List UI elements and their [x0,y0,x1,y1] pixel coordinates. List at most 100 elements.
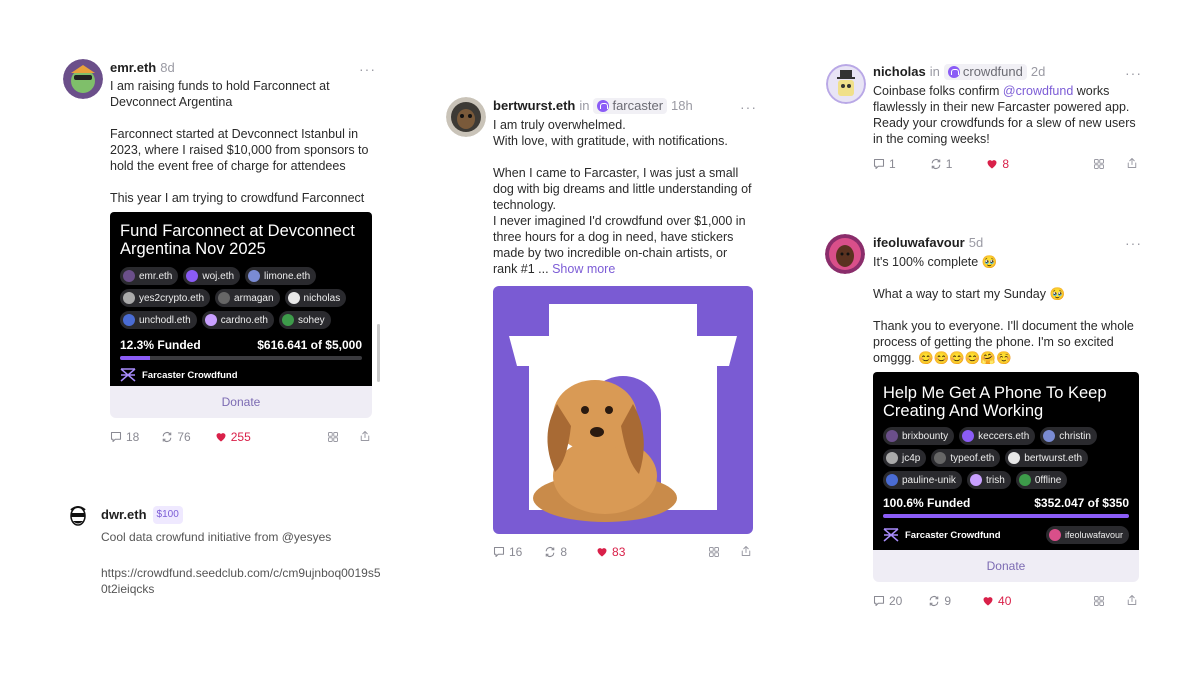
reply-button[interactable]: 1 [873,157,896,171]
contributor-chip[interactable]: emr.eth [120,267,179,285]
reply-icon [110,431,122,443]
contributor-chip[interactable]: armagan [215,289,280,307]
reply-button[interactable]: 20 [873,594,902,608]
like-button[interactable]: 40 [982,594,1011,608]
reply-button[interactable]: 18 [110,430,139,444]
contributor-name: pauline-unik [902,474,956,486]
avatar-ifeoluwafavour[interactable] [825,234,865,274]
recast-button[interactable]: 8 [544,545,567,559]
more-options-icon[interactable]: ··· [359,62,376,76]
grid-icon[interactable] [708,546,720,558]
contributor-avatar [218,292,231,304]
recast-button[interactable]: 76 [161,430,191,444]
contributor-avatar [886,430,898,442]
funded-amount: $616.641 of $5,000 [257,338,362,352]
contributor-chip[interactable]: jc4p [883,449,927,467]
grid-icon[interactable] [1093,595,1105,607]
contributor-avatar [886,474,898,486]
contributor-chip[interactable]: sohey [278,311,331,329]
post-text: What a way to start my Sunday 🥹 [873,287,1066,301]
channel-tag[interactable]: farcaster [593,98,668,114]
contributor-avatar [248,270,261,282]
scrollbar[interactable] [377,324,380,382]
recast-button[interactable]: 9 [928,594,951,608]
grid-icon[interactable] [1093,158,1105,170]
grid-icon[interactable] [327,431,339,443]
like-button[interactable]: 8 [986,157,1009,171]
avatar-nicholas[interactable] [826,64,866,104]
farcaster-channel-icon [597,100,610,112]
post-image[interactable] [493,286,753,534]
contributor-chip[interactable]: bertwurst.eth [1005,449,1089,467]
reply-icon [873,595,885,607]
channel-tag[interactable]: crowdfund [943,64,1027,80]
heart-icon [986,158,998,170]
crowdfund-title: Help Me Get A Phone To Keep Creating And… [883,384,1107,420]
donate-button[interactable]: Donate [873,550,1139,582]
contributor-chip[interactable]: limone.eth [245,267,317,285]
share-icon[interactable] [359,430,371,442]
contributor-chip[interactable]: cardno.eth [201,311,274,329]
contributor-avatar [1008,452,1021,464]
avatar-bertwurst[interactable] [446,97,486,137]
crowdfund-card[interactable]: Fund Farconnect at Devconnect Argentina … [110,212,372,386]
more-options-icon[interactable]: ··· [1125,66,1142,80]
post-time[interactable]: 2d [1031,64,1045,80]
contributor-avatar [186,270,199,282]
recast-icon [928,595,940,607]
post-time[interactable]: 18h [671,98,693,114]
recast-icon [544,546,556,558]
username[interactable]: dwr.eth [101,507,147,523]
contributor-name: bertwurst.eth [1024,452,1083,464]
avatar-dwr[interactable] [67,504,89,530]
contributor-chip[interactable]: trish [966,471,1011,489]
username[interactable]: nicholas [873,64,926,80]
show-more-link[interactable]: Show more [552,262,615,276]
funded-amount: $352.047 of $350 [1034,496,1129,510]
contributor-chip[interactable]: brixbounty [883,427,955,445]
contributor-chip[interactable]: keccers.eth [959,427,1036,445]
mention-link[interactable]: @crowdfund [1003,84,1073,98]
post-time[interactable]: 5d [969,235,983,251]
contributor-chip[interactable]: 0ffline [1015,471,1068,489]
crowdfund-card[interactable]: Help Me Get A Phone To Keep Creating And… [873,372,1139,550]
share-icon[interactable] [740,545,752,557]
contributor-chip[interactable]: typeof.eth [931,449,1001,467]
post-text: This year I am trying to crowdfund Farco… [110,191,365,205]
like-button[interactable]: 83 [596,545,625,559]
post-text: I am raising funds to hold Farconnect at… [110,79,330,109]
contributor-name: armagan [234,292,274,304]
more-options-icon[interactable]: ··· [1125,236,1142,250]
contributor-chip[interactable]: christin [1040,427,1097,445]
crowdfund-logo-icon [120,368,136,382]
avatar-emr[interactable] [63,59,103,99]
post-text: It's 100% complete 🥹 [873,255,998,269]
contributor-chip[interactable]: pauline-unik [883,471,962,489]
contributor-chip[interactable]: woj.eth [183,267,241,285]
contributor-chip[interactable]: nicholas [284,289,347,307]
contributor-avatar [1018,474,1031,486]
username[interactable]: ifeoluwafavour [873,235,965,251]
contributor-name: unchodl.eth [139,314,191,326]
post-link[interactable]: https://crowdfund.seedclub.com/c/cm9ujnb… [101,565,381,597]
contributor-chip[interactable]: yes2crypto.eth [120,289,211,307]
owner-chip[interactable]: ifeoluwafavour [1045,526,1129,544]
crowdfund-title: Fund Farconnect at Devconnect Argentina … [120,222,355,258]
username[interactable]: bertwurst.eth [493,98,575,114]
reply-button[interactable]: 16 [493,545,522,559]
contributor-chip[interactable]: unchodl.eth [120,311,197,329]
like-button[interactable]: 255 [215,430,251,444]
post-text: Cool data crowfund initiative from @yesy… [101,530,332,544]
heart-icon [982,595,994,607]
post-time[interactable]: 8d [160,60,174,76]
tip-badge: $100 [152,506,183,524]
donate-button[interactable]: Donate [110,386,372,418]
recast-icon [930,158,942,170]
username[interactable]: emr.eth [110,60,156,76]
contributor-avatar [123,314,135,326]
recast-button[interactable]: 1 [930,157,952,171]
contributor-name: typeof.eth [950,452,995,464]
share-icon[interactable] [1126,157,1138,169]
more-options-icon[interactable]: ··· [740,100,757,114]
share-icon[interactable] [1126,594,1138,606]
